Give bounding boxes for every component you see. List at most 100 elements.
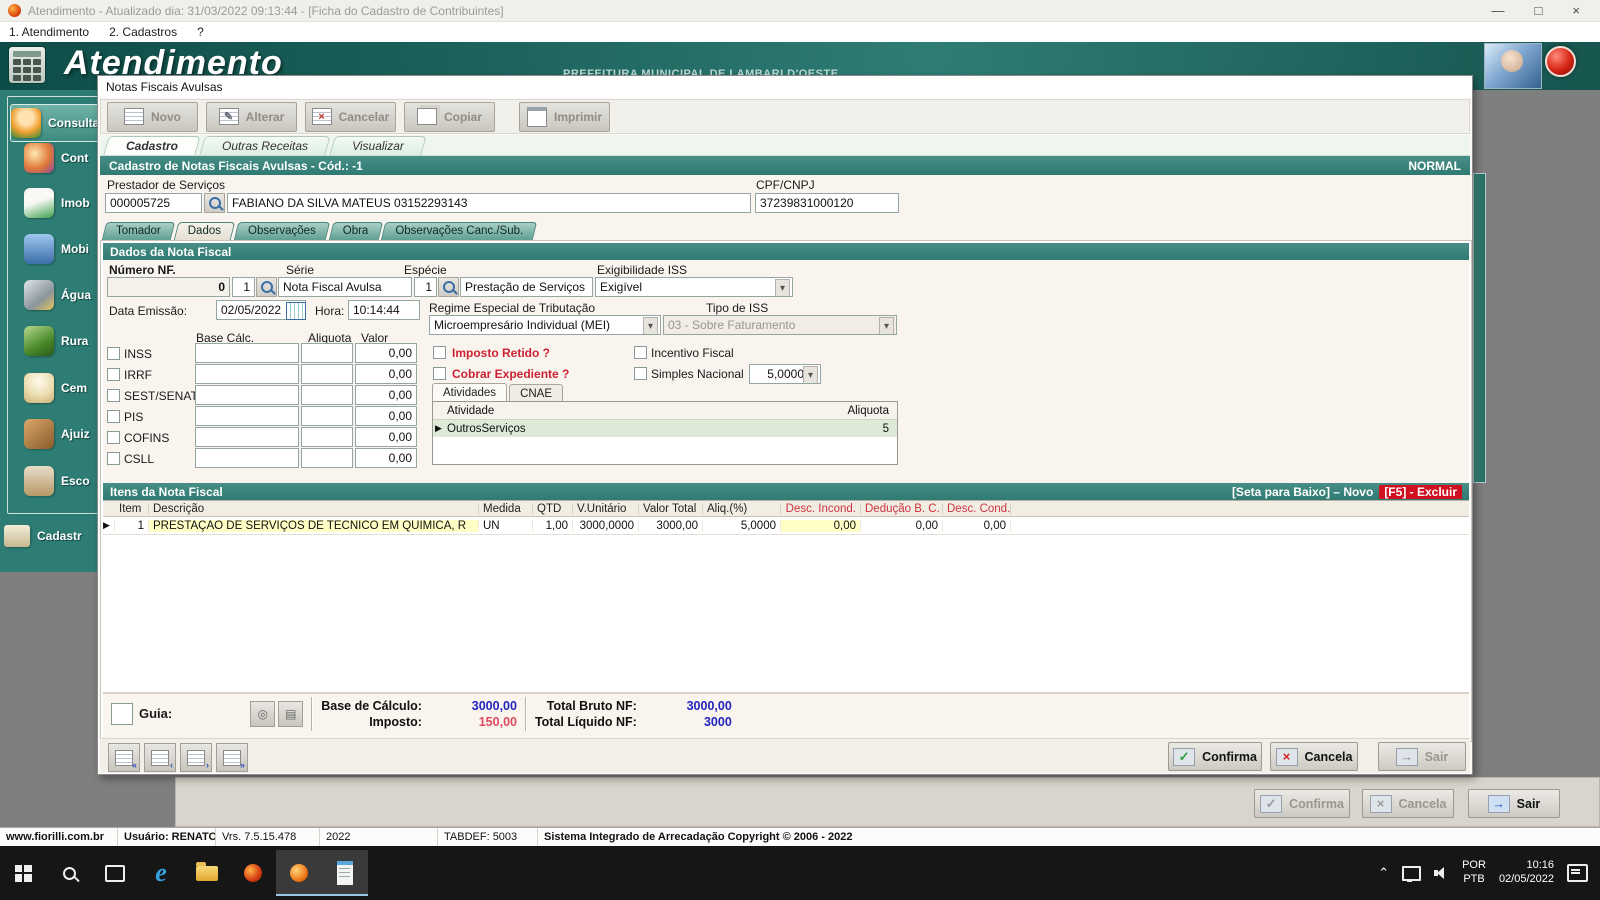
csll-valor-input[interactable]: 0,00: [355, 448, 417, 468]
alterar-button[interactable]: ✎ Alterar: [206, 102, 297, 132]
pis-base-input[interactable]: [195, 406, 299, 426]
sidebar-item-consulta[interactable]: Consulta: [10, 104, 97, 142]
app-shortcut-1[interactable]: [230, 850, 276, 896]
file-explorer-button[interactable]: [184, 850, 230, 896]
item-row[interactable]: ▶ 1 PRESTAÇÃO DE SERVIÇOS DE TÉCNICO EM …: [103, 517, 1469, 535]
cancelar-button[interactable]: × Cancelar: [305, 102, 396, 132]
sidebar-item-cadastro[interactable]: Cadastr: [4, 518, 97, 554]
cofins-checkbox[interactable]: [107, 431, 120, 444]
app-shortcut-2[interactable]: [276, 850, 322, 896]
menu-help[interactable]: ?: [197, 25, 204, 39]
outer-sair-button[interactable]: → Sair: [1468, 789, 1560, 818]
tab-cadastro[interactable]: Cadastro: [106, 136, 198, 155]
print-guia-button[interactable]: ▤: [278, 701, 303, 727]
tab-cnae[interactable]: CNAE: [509, 384, 563, 402]
outer-cancela-button[interactable]: × Cancela: [1362, 789, 1454, 818]
simples-checkbox[interactable]: [634, 367, 647, 380]
network-icon[interactable]: [1402, 866, 1421, 881]
irrf-checkbox[interactable]: [107, 368, 120, 381]
inss-aliq-input[interactable]: [301, 343, 353, 363]
cofins-base-input[interactable]: [195, 427, 299, 447]
sidebar-item-ajuizamento[interactable]: Ajuiz: [24, 416, 97, 452]
nav-last-button[interactable]: »: [216, 743, 248, 772]
numero-input[interactable]: 0: [107, 277, 230, 297]
tray-expand-icon[interactable]: ⌃: [1378, 865, 1389, 881]
prestador-name-input[interactable]: FABIANO DA SILVA MATEUS 03152293143: [227, 193, 751, 213]
inss-checkbox[interactable]: [107, 347, 120, 360]
taskbar-search-button[interactable]: [46, 850, 92, 896]
preview-guia-button[interactable]: ◎: [250, 701, 275, 727]
tab-observacoes[interactable]: Observações: [236, 222, 328, 240]
minimize-button[interactable]: —: [1492, 3, 1505, 18]
exigibilidade-select[interactable]: Exigível: [595, 277, 793, 297]
sidebar-item-contribuintes[interactable]: Cont: [24, 140, 97, 176]
sidebar-item-escolar[interactable]: Esco: [24, 463, 97, 499]
hora-input[interactable]: 10:14:44: [348, 300, 420, 320]
nav-next-button[interactable]: ›: [180, 743, 212, 772]
especie-input[interactable]: 1: [414, 277, 437, 297]
menu-atendimento[interactable]: 1. Atendimento: [9, 25, 89, 39]
regime-select[interactable]: Microempresário Individual (MEI): [429, 315, 661, 335]
irrf-valor-input[interactable]: 0,00: [355, 364, 417, 384]
tab-obra[interactable]: Obra: [331, 222, 381, 240]
sidebar-item-imobiliario[interactable]: Imob: [24, 185, 97, 221]
cobrar-expediente-checkbox[interactable]: [433, 367, 446, 380]
sest-base-input[interactable]: [195, 385, 299, 405]
pis-valor-input[interactable]: 0,00: [355, 406, 417, 426]
nav-first-button[interactable]: «: [108, 743, 140, 772]
maximize-button[interactable]: □: [1535, 3, 1543, 18]
inss-base-input[interactable]: [195, 343, 299, 363]
language-indicator[interactable]: PORPTB: [1462, 859, 1486, 887]
imprimir-button[interactable]: Imprimir: [519, 102, 610, 132]
outer-confirma-button[interactable]: ✓ Confirma: [1254, 789, 1350, 818]
nav-prev-button[interactable]: ‹: [144, 743, 176, 772]
sidebar-item-mobiliario[interactable]: Mobi: [24, 231, 97, 267]
especie-desc-input[interactable]: Prestação de Serviços: [460, 277, 593, 297]
simples-aliq-select[interactable]: 5,0000: [749, 364, 821, 384]
pis-checkbox[interactable]: [107, 410, 120, 423]
irrf-base-input[interactable]: [195, 364, 299, 384]
sidebar-item-rural[interactable]: Rura: [24, 323, 97, 359]
incentivo-checkbox[interactable]: [634, 346, 647, 359]
edge-button[interactable]: e: [138, 850, 184, 896]
cofins-valor-input[interactable]: 0,00: [355, 427, 417, 447]
serie-desc-input[interactable]: Nota Fiscal Avulsa: [278, 277, 412, 297]
cancela-button[interactable]: × Cancela: [1270, 742, 1358, 771]
power-button[interactable]: [1545, 46, 1576, 77]
clock[interactable]: 10:1602/05/2022: [1499, 859, 1554, 887]
cofins-aliq-input[interactable]: [301, 427, 353, 447]
csll-aliq-input[interactable]: [301, 448, 353, 468]
sest-aliq-input[interactable]: [301, 385, 353, 405]
novo-button[interactable]: Novo: [107, 102, 198, 132]
tab-tomador[interactable]: Tomador: [104, 222, 173, 240]
calendar-icon[interactable]: [286, 302, 306, 320]
sair-button[interactable]: → Sair: [1378, 742, 1466, 771]
sest-checkbox[interactable]: [107, 389, 120, 402]
pis-aliq-input[interactable]: [301, 406, 353, 426]
inss-valor-input[interactable]: 0,00: [355, 343, 417, 363]
sidebar-item-cemiterio[interactable]: Cem: [24, 370, 97, 406]
especie-search-button[interactable]: [438, 277, 459, 297]
serie-search-button[interactable]: [256, 277, 277, 297]
atividade-row[interactable]: ▶ OutrosServiços 5: [433, 420, 897, 437]
prestador-search-button[interactable]: [204, 193, 225, 213]
notepad-button[interactable]: [322, 850, 368, 896]
serie-input[interactable]: 1: [232, 277, 255, 297]
cpf-input[interactable]: 37239831000120: [755, 193, 899, 213]
csll-checkbox[interactable]: [107, 452, 120, 465]
copiar-button[interactable]: Copiar: [404, 102, 495, 132]
prestador-code-input[interactable]: 000005725: [105, 193, 202, 213]
sest-valor-input[interactable]: 0,00: [355, 385, 417, 405]
sidebar-item-agua[interactable]: Água: [24, 277, 97, 313]
menu-cadastros[interactable]: 2. Cadastros: [109, 25, 177, 39]
confirma-button[interactable]: ✓ Confirma: [1168, 742, 1262, 771]
csll-base-input[interactable]: [195, 448, 299, 468]
task-view-button[interactable]: [92, 850, 138, 896]
guia-checkbox[interactable]: [111, 703, 133, 725]
tab-atividades[interactable]: Atividades: [432, 383, 507, 402]
tab-outras-receitas[interactable]: Outras Receitas: [202, 136, 328, 155]
tab-dados[interactable]: Dados: [176, 222, 233, 240]
start-button[interactable]: [0, 850, 46, 896]
tab-visualizar[interactable]: Visualizar: [332, 136, 424, 155]
irrf-aliq-input[interactable]: [301, 364, 353, 384]
